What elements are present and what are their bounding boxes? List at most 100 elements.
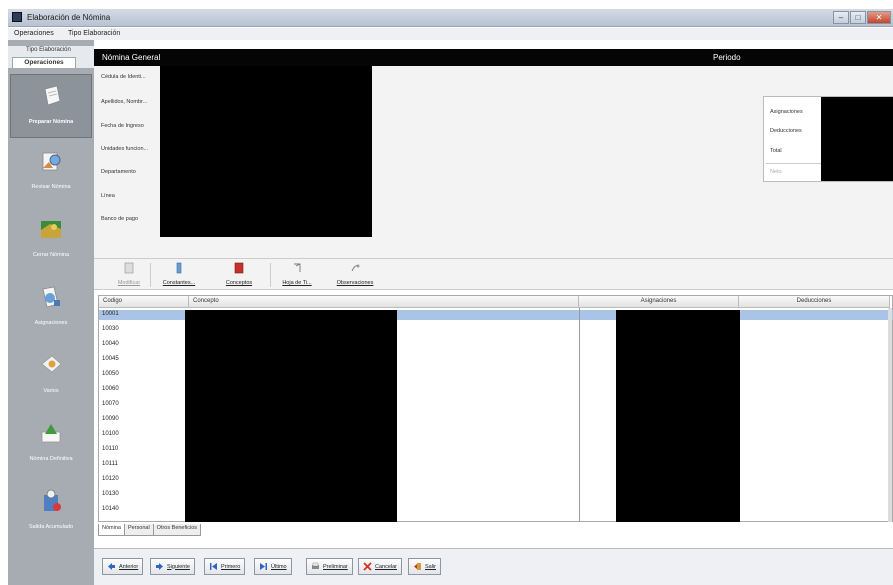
- sidebar-item-label: Salida Acumulado: [28, 524, 74, 530]
- sidebar-item-preparar-nomina[interactable]: Preparar Nómina: [10, 74, 92, 138]
- footer-button-label: Anterior: [119, 563, 139, 570]
- column-header-deductions[interactable]: Deducciones: [739, 296, 890, 308]
- code-cell[interactable]: 10100: [102, 431, 119, 437]
- field-label-apellidos: Apellidos, Nombr...: [101, 99, 148, 105]
- menu-operaciones[interactable]: Operaciones: [14, 30, 54, 37]
- total-deductions-label: Deducciones: [770, 128, 802, 134]
- tab-otros-beneficios[interactable]: Otros Beneficios: [152, 524, 202, 536]
- toolbar-button-label: Conceptos: [225, 280, 253, 286]
- column-header-concept[interactable]: Concepto: [189, 296, 579, 308]
- app-icon: [12, 12, 22, 22]
- column-header-code[interactable]: Codigo: [99, 296, 189, 308]
- sidebar-item-salida-acumulado[interactable]: Salida Acumulado: [10, 480, 92, 544]
- field-label-banco: Banco de pago: [101, 216, 139, 222]
- sidebar-item-label: Asignaciones: [34, 320, 68, 326]
- code-cell[interactable]: 10090: [102, 416, 119, 422]
- sidebar-item-cerrar-nomina[interactable]: Cerrar Nómina: [10, 208, 92, 272]
- employee-info-panel: Cédula de Identi... Apellidos, Nombr... …: [94, 66, 893, 258]
- sidebar-item-label: Revisar Nómina: [31, 184, 71, 190]
- maximize-icon[interactable]: □: [850, 11, 866, 24]
- column-header-assignments[interactable]: Asignaciones: [579, 296, 739, 308]
- sidebar-tab-operaciones[interactable]: Operaciones: [12, 57, 76, 68]
- timesheet-button[interactable]: Hoja de Ti...: [280, 262, 314, 288]
- footer-button-label: Último: [271, 563, 287, 570]
- sidebar: Tipo Elaboración Operaciones Preparar Nó…: [8, 40, 94, 585]
- toolbar-separator: [270, 263, 271, 287]
- totals-summary: Asignaciones Deducciones Total Neto: [763, 96, 893, 182]
- exit-button[interactable]: Salir: [408, 558, 442, 575]
- sidebar-tabstrip: Tipo Elaboración Operaciones: [8, 46, 94, 68]
- code-cell[interactable]: 10070: [102, 401, 119, 407]
- code-cell[interactable]: 10050: [102, 371, 119, 377]
- total-label: Total: [770, 148, 782, 154]
- timesheet-icon: [294, 263, 301, 272]
- sidebar-item-varios[interactable]: Varios: [10, 344, 92, 408]
- review-payroll-icon: [42, 152, 61, 171]
- toolbar-button-label: Constantes...: [162, 280, 196, 286]
- field-label-unidades: Unidades funcion...: [101, 146, 149, 152]
- constants-button[interactable]: Constantes...: [160, 262, 198, 288]
- sidebar-item-label: Preparar Nómina: [28, 119, 74, 125]
- prepare-payroll-icon: [44, 85, 61, 106]
- total-assignments-label: Asignaciones: [770, 109, 803, 115]
- menu-tipo-elaboracion[interactable]: Tipo Elaboración: [68, 30, 120, 37]
- observations-button[interactable]: Observaciones: [332, 262, 378, 288]
- code-cell[interactable]: 10045: [102, 356, 119, 362]
- window-title: Elaboración de Nómina: [27, 13, 111, 22]
- minimize-icon[interactable]: –: [833, 11, 849, 24]
- observations-icon: [351, 264, 360, 272]
- code-cell[interactable]: 10040: [102, 341, 119, 347]
- exit-icon: [414, 563, 421, 570]
- next-button[interactable]: Siguiente: [150, 558, 195, 575]
- grid-scrollbar[interactable]: [888, 308, 892, 522]
- field-label-fecha-ingreso: Fecha de Ingreso: [101, 123, 144, 129]
- edit-icon: [124, 262, 134, 274]
- sidebar-group-label[interactable]: Tipo Elaboración: [26, 47, 71, 53]
- last-icon: [260, 563, 267, 570]
- bottom-tabs: Nómina Personal Otros Beneficios: [98, 524, 202, 536]
- tab-nomina[interactable]: Nómina: [98, 524, 125, 536]
- preview-button[interactable]: Preliminar: [306, 558, 353, 575]
- code-cell[interactable]: 10111: [102, 461, 118, 467]
- code-cell[interactable]: 10060: [102, 386, 119, 392]
- net-label: Neto: [770, 169, 782, 175]
- assignments-icon: [42, 286, 60, 308]
- arrow-left-icon: [108, 563, 115, 570]
- sidebar-item-nomina-definitiva[interactable]: Nómina Definitiva: [10, 412, 92, 476]
- toolbar-button-label: Modificar: [117, 280, 141, 286]
- redacted-concepts: [185, 310, 397, 522]
- code-cell[interactable]: 10110: [102, 446, 118, 452]
- concepts-button[interactable]: Conceptos: [222, 262, 256, 288]
- code-cell[interactable]: 10001: [102, 311, 119, 317]
- code-cell[interactable]: 10030: [102, 326, 119, 332]
- redacted-assignments: [616, 310, 740, 522]
- arrow-right-icon: [156, 563, 163, 570]
- code-cell[interactable]: 10120: [102, 476, 119, 482]
- field-label-cedula: Cédula de Identi...: [101, 74, 146, 80]
- footer-button-label: Preliminar: [323, 563, 348, 570]
- sidebar-item-revisar-nomina[interactable]: Revisar Nómina: [10, 140, 92, 204]
- edit-button[interactable]: Modificar: [116, 262, 142, 288]
- redacted-employee-values: [160, 66, 372, 237]
- payroll-header: Nómina General Periodo: [94, 49, 893, 66]
- code-cell[interactable]: 10130: [102, 491, 119, 497]
- period-label: Periodo: [713, 53, 741, 62]
- cancel-button[interactable]: Cancelar: [358, 558, 403, 575]
- sidebar-item-asignaciones[interactable]: Asignaciones: [10, 276, 92, 340]
- output-accumulated-icon: [44, 489, 61, 511]
- toolbar-separator: [150, 263, 151, 287]
- tab-personal[interactable]: Personal: [123, 524, 154, 536]
- toolbar-button-label: Observaciones: [336, 280, 374, 286]
- first-icon: [210, 563, 217, 570]
- misc-icon: [41, 355, 62, 373]
- close-icon[interactable]: ✕: [867, 11, 891, 24]
- code-cell[interactable]: 10140: [102, 506, 119, 512]
- payroll-title: Nómina General: [102, 53, 161, 62]
- footer-bar: Anterior Siguiente Primero Último Prelim…: [94, 548, 893, 585]
- sidebar-item-label: Cerrar Nómina: [32, 252, 70, 258]
- first-button[interactable]: Primero: [204, 558, 246, 575]
- last-button[interactable]: Último: [254, 558, 292, 575]
- previous-button[interactable]: Anterior: [102, 558, 144, 575]
- sidebar-item-label: Nómina Definitiva: [29, 456, 73, 462]
- concepts-grid: Codigo Concepto Asignaciones Deducciones…: [98, 295, 893, 522]
